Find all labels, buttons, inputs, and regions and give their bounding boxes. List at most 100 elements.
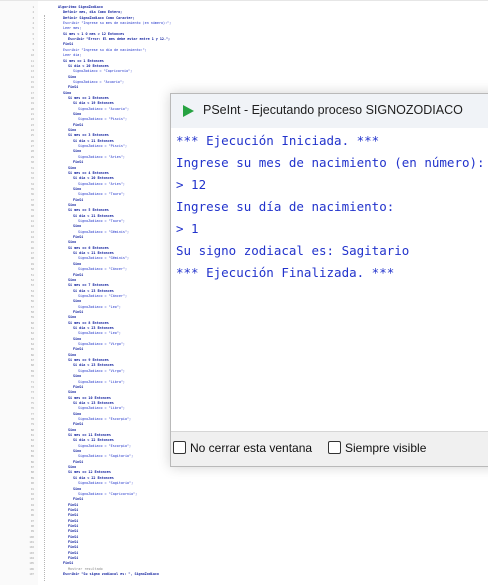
code-text: SignoZodiaco = "Capricornio"; bbox=[73, 69, 133, 74]
code-line[interactable]: 93 FinSi bbox=[0, 497, 488, 502]
code-line[interactable]: 104 FinSi bbox=[0, 556, 488, 561]
line-number: 30 bbox=[30, 161, 34, 165]
code-line[interactable]: 5 Leer mes; bbox=[0, 26, 488, 31]
checkbox-icon[interactable] bbox=[173, 441, 186, 454]
code-line[interactable]: 1 Algoritmo SignoZodiaco bbox=[0, 5, 488, 10]
code-line[interactable]: 96 FinSi bbox=[0, 513, 488, 518]
code-text: SignoZodiaco = "Acuario"; bbox=[73, 79, 125, 84]
line-number: 4 bbox=[32, 22, 34, 26]
line-number: 87 bbox=[30, 466, 34, 470]
line-number: 74 bbox=[30, 396, 34, 400]
code-line[interactable]: 16 FinSi bbox=[0, 85, 488, 90]
line-number: 53 bbox=[30, 284, 34, 288]
line-number: 98 bbox=[30, 524, 34, 528]
code-text: Si dia < 22 Entonces bbox=[73, 475, 114, 480]
code-text: Si mes == 4 Entonces bbox=[68, 170, 109, 175]
code-text: Si mes == 12 Entonces bbox=[68, 470, 111, 475]
code-text: SignoZodiaco = "Piscis"; bbox=[78, 117, 127, 122]
code-line[interactable]: 95 FinSi bbox=[0, 508, 488, 513]
title-bar[interactable]: PSeInt - Ejecutando proceso SIGNOZODIACO bbox=[171, 94, 488, 128]
code-line[interactable]: 103 FinSi bbox=[0, 551, 488, 556]
line-number: 49 bbox=[30, 262, 34, 266]
code-line[interactable]: 2 Definir mes, dia Como Entero; bbox=[0, 10, 488, 15]
siempre-visible-checkbox[interactable]: Siempre visible bbox=[328, 441, 426, 455]
code-text: SignoZodiaco = "Virgo"; bbox=[78, 368, 125, 373]
line-number: 59 bbox=[30, 316, 34, 320]
code-line[interactable]: 6 Si mes < 1 O mes > 12 Entonces bbox=[0, 32, 488, 37]
code-line[interactable]: 107 Escribir "Su signo zodiacal es: ", Si… bbox=[0, 572, 488, 577]
code-text: Sino bbox=[73, 186, 82, 191]
code-text: SignoZodiaco = "Géminis"; bbox=[78, 256, 130, 261]
code-text: SignoZodiaco = "Libra"; bbox=[78, 406, 125, 411]
code-text: Sino bbox=[68, 390, 77, 395]
line-number: 28 bbox=[30, 150, 34, 154]
code-line[interactable]: 97 FinSi bbox=[0, 519, 488, 524]
line-number: 46 bbox=[30, 246, 34, 250]
line-number: 3 bbox=[32, 16, 34, 20]
code-line[interactable]: 7 Escribir "Error: El mes debe estar entr… bbox=[0, 37, 488, 42]
line-number: 89 bbox=[30, 476, 34, 480]
line-number: 32 bbox=[30, 171, 34, 175]
code-line[interactable]: 13 SignoZodiaco = "Capricornio"; bbox=[0, 69, 488, 74]
code-line[interactable]: 3 Definir SignoZodiaco Como Caracter; bbox=[0, 16, 488, 21]
code-text: Escribir "Ingrese su mes de nacimiento (… bbox=[63, 21, 172, 26]
line-number: 78 bbox=[30, 417, 34, 421]
code-line[interactable]: 8 FinSi bbox=[0, 42, 488, 47]
code-line[interactable]: 14 Sino bbox=[0, 75, 488, 80]
code-line[interactable]: 101 FinSi bbox=[0, 540, 488, 545]
code-text: Definir SignoZodiaco Como Caracter; bbox=[63, 15, 135, 20]
code-line[interactable]: 105 FinSi bbox=[0, 561, 488, 566]
line-number: 37 bbox=[30, 198, 34, 202]
code-text: Sino bbox=[68, 74, 77, 79]
code-text: Algoritmo SignoZodiaco bbox=[58, 5, 103, 9]
code-text: FinSi bbox=[68, 523, 79, 528]
code-line[interactable]: 10 Leer dia; bbox=[0, 53, 488, 58]
line-number: 61 bbox=[30, 327, 34, 330]
line-number: 33 bbox=[30, 177, 34, 181]
line-number: 47 bbox=[30, 252, 34, 256]
line-number: 85 bbox=[30, 455, 34, 459]
code-line[interactable]: 102 FinSi bbox=[0, 545, 488, 550]
code-text: Sino bbox=[73, 486, 82, 491]
code-text: Si mes == 9 Entonces bbox=[68, 358, 109, 363]
code-line[interactable]: 15 SignoZodiaco = "Acuario"; bbox=[0, 80, 488, 85]
line-number: 10 bbox=[30, 54, 34, 58]
code-text: Leer dia; bbox=[63, 53, 82, 58]
code-line[interactable]: 100 FinSi bbox=[0, 535, 488, 540]
line-number: 36 bbox=[30, 193, 34, 197]
code-line[interactable]: 89 Si dia < 22 Entonces bbox=[0, 476, 488, 481]
no-cerrar-checkbox[interactable]: No cerrar esta ventana bbox=[173, 441, 312, 455]
line-number: 45 bbox=[30, 241, 34, 245]
line-number: 8 bbox=[32, 43, 34, 47]
code-line[interactable]: 88 Si mes == 12 Entonces bbox=[0, 470, 488, 475]
code-line[interactable]: 4 Escribir "Ingrese su mes de nacimiento … bbox=[0, 21, 488, 26]
line-number: 26 bbox=[30, 139, 34, 143]
code-text: SignoZodiaco = "Piscis"; bbox=[78, 144, 127, 149]
code-text: FinSi bbox=[73, 384, 84, 389]
line-number: 81 bbox=[30, 434, 34, 437]
code-text: SignoZodiaco = "Cáncer"; bbox=[78, 267, 127, 272]
code-line[interactable]: 90 SignoZodiaco = "Sagitario"; bbox=[0, 481, 488, 486]
line-number: 52 bbox=[30, 278, 34, 282]
code-line[interactable]: 99 FinSi bbox=[0, 529, 488, 534]
code-line[interactable]: 106 Mostrar resultado bbox=[0, 567, 488, 572]
line-number: 91 bbox=[30, 487, 34, 491]
output-line: Su signo zodiacal es: Sagitario bbox=[176, 243, 410, 258]
code-line[interactable]: 9 Escribir "Ingrese su día de nacimiento:… bbox=[0, 48, 488, 53]
code-line[interactable]: 11 Si mes == 1 Entonces bbox=[0, 59, 488, 64]
code-text: FinSi bbox=[73, 459, 84, 464]
code-text: FinSi bbox=[68, 502, 79, 507]
line-number: 93 bbox=[30, 498, 34, 502]
code-line[interactable]: 92 SignoZodiaco = "Capricornio"; bbox=[0, 492, 488, 497]
code-line[interactable]: 98 FinSi bbox=[0, 524, 488, 529]
code-text: FinSi bbox=[68, 513, 79, 518]
code-line[interactable]: 12 Si dia < 20 Entonces bbox=[0, 64, 488, 69]
execution-console-window[interactable]: PSeInt - Ejecutando proceso SIGNOZODIACO… bbox=[170, 93, 488, 467]
code-text: FinSi bbox=[63, 42, 74, 47]
code-line[interactable]: 91 Sino bbox=[0, 487, 488, 492]
code-text: Mostrar resultado bbox=[68, 566, 103, 571]
checkbox-icon[interactable] bbox=[328, 441, 341, 454]
line-number: 38 bbox=[30, 203, 34, 207]
line-number: 101 bbox=[29, 541, 34, 544]
code-line[interactable]: 94 FinSi bbox=[0, 503, 488, 508]
